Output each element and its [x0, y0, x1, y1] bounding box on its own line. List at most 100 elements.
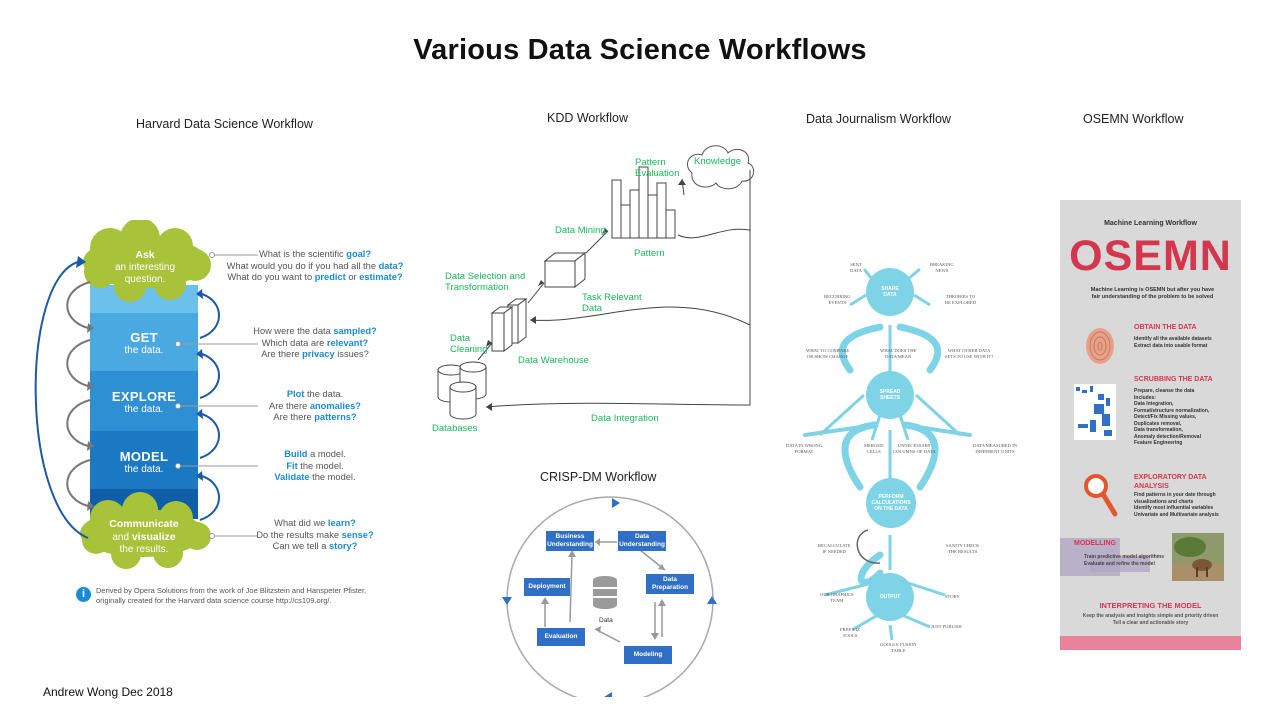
kdd-label-line: Data Selection and: [445, 271, 526, 282]
q-keyword: goal?: [346, 249, 372, 259]
kdd-pattern: Pattern: [634, 248, 665, 259]
q-keyword: sampled?: [333, 326, 377, 336]
osemn-line: Keep the analysis and insights simple an…: [1082, 613, 1219, 619]
harvard-ask-questions: What is the scientific goal? What would …: [220, 249, 410, 284]
dj-label-line: BREAKING: [930, 262, 954, 267]
q-keyword: Plot: [286, 389, 305, 399]
q-text: What is the scientific: [258, 249, 347, 259]
dj-fusion: GOOGLE FUSION TABLE: [880, 642, 917, 653]
dj-label-line: WHAT OTHER DATA: [947, 348, 991, 353]
kdd-warehouse: Data Warehouse: [518, 355, 589, 366]
kdd-pattern-evaluation: Pattern Evaluation: [635, 157, 679, 179]
q-keyword: learn?: [327, 518, 356, 528]
dj-label-line: FORMAT: [794, 448, 814, 454]
q-text: How were the data: [253, 326, 334, 336]
osemn-line: Format/structure normalization,: [1134, 407, 1210, 414]
dj-label-line: COLUMNS OF DATA: [893, 448, 936, 454]
osemn-line: Evaluate and refine the model: [1084, 560, 1155, 567]
osemn-line: Feature Engineering: [1134, 440, 1183, 446]
dj-label-line: CELLS: [866, 448, 881, 454]
osemn-title: OSEMN Workflow: [1083, 112, 1184, 126]
osemn-line: Extract data into usable format: [1134, 342, 1208, 349]
dj-label-line: IF NEEDED: [822, 548, 847, 554]
q-keyword: sense?: [341, 529, 374, 540]
ask-line2: an interesting: [114, 262, 176, 273]
communicate-line3: the results.: [119, 544, 169, 555]
dj-node-line: SHEETS: [879, 395, 900, 401]
dj-label-line: RECURRING: [824, 294, 851, 299]
osemn-line: Data transformation,: [1134, 427, 1183, 433]
kdd-databases: Databases: [432, 423, 478, 434]
kdd-label-line: Transformation: [445, 282, 509, 293]
crisp-circle-arrows: [502, 498, 717, 697]
osemn-line: Univariate and Multivariate analysis: [1134, 511, 1219, 518]
q-keyword: estimate?: [359, 272, 403, 282]
dj-mean: WHAT DOES THE DATA MEAN: [880, 348, 916, 359]
harvard-note: Derived by Opera Solutions from the work…: [96, 586, 376, 606]
osemn-obtain-heading: OBTAIN THE DATA: [1134, 324, 1197, 331]
osemn-intro: Machine Learning is OSEMN but after you …: [1070, 287, 1235, 301]
harvard-model-questions: Build a model. Fit the model. Validate t…: [255, 449, 375, 484]
kdd-label-line: Cleaning: [450, 344, 488, 355]
dj-node-spreadsheets: SPREAD SHEETS: [866, 371, 914, 419]
dj-graphics: OUR GRAPHICS TEAM: [820, 592, 854, 603]
warehouse-cubes: [490, 298, 528, 352]
database-cylinders: [437, 361, 487, 420]
dj-compare: WHAT TO COMPARE OR SHOW CHANGE: [806, 348, 849, 359]
dj-label-line: TABLE: [891, 647, 906, 653]
crisp-evaluation: Evaluation: [537, 628, 585, 646]
info-icon: i: [76, 587, 91, 602]
osemn-line: Find patterns in your date through: [1134, 492, 1216, 498]
q-text: the model.: [309, 472, 356, 482]
dj-label-line: MERGED: [864, 443, 884, 448]
osemn-line: Prepare, cleanse the data: [1134, 388, 1195, 394]
q-text: Can we tell a: [272, 541, 329, 551]
dj-label-line: OR SHOW CHANGE: [806, 353, 849, 359]
kdd-knowledge: Knowledge: [694, 156, 742, 167]
dj-label-line: DATA MEASURED IN: [973, 443, 1018, 448]
kdd-label-line: Task Relevant: [582, 292, 642, 303]
crisp-modeling: Modeling: [624, 646, 672, 664]
dj-label-line: UNNECESSARY: [897, 443, 931, 448]
dj-label-line: RECALCULATE: [818, 543, 851, 548]
note-line1: Derived by Opera Solutions from the work…: [96, 586, 367, 595]
kdd-label-line: Data: [582, 303, 603, 314]
kdd-label-line: Evaluation: [635, 168, 680, 179]
crisp-deployment: Deployment: [524, 578, 570, 596]
osemn-line: Identify all the available datasets: [1134, 336, 1212, 342]
q-keyword: Build: [284, 449, 308, 459]
ask-heading: Ask: [135, 249, 155, 261]
osemn-footer-bar: [1060, 636, 1241, 650]
kdd-cleaning: Data Cleaning: [450, 333, 488, 355]
kdd-selection: Data Selection and Transformation: [445, 271, 525, 293]
q-text: Are there: [273, 412, 315, 422]
osemn-line: Includes:: [1134, 394, 1156, 401]
osemn-line: Tell a clear and actionable story: [1112, 619, 1189, 626]
kdd-task-relevant: Task Relevant Data: [582, 292, 642, 314]
dj-label-line: FREE VIZ: [840, 627, 860, 632]
osemn-line: Train predictive model algorithms: [1084, 554, 1165, 560]
dj-label-line: DIFFERENT UNITS: [975, 448, 1015, 454]
crisp-label-line: Understanding: [547, 541, 593, 548]
kdd-data-mining: Data Mining: [555, 225, 606, 236]
osemn-header: Machine Learning Workflow: [1104, 220, 1197, 227]
osemn-explore-desc: Find patterns in your date through visua…: [1134, 492, 1219, 518]
dj-recurring: RECURRING EVENTS: [824, 294, 851, 305]
osemn-interpret-desc: Keep the analysis and insights simple an…: [1060, 613, 1241, 626]
dj-story: STORY: [945, 594, 960, 599]
crisp-data-preparation: Data Preparation: [646, 574, 694, 594]
osemn-interpret-heading: INTERPRETING THE MODEL: [1099, 601, 1202, 610]
q-text: or: [345, 272, 360, 282]
dj-label-line: TEAM: [830, 597, 844, 603]
dj-label-line: DATA MEAN: [885, 353, 912, 359]
knowledge-cloud: [687, 145, 755, 190]
osemn-line: Detect/Fix Missing values,: [1134, 414, 1197, 420]
q-keyword: data?: [378, 260, 404, 271]
dj-just-publish: JUST PUBLISH: [931, 624, 962, 629]
dj-node-share: SHARE DATA: [866, 268, 914, 316]
dj-wrong-format: DATA IN WRONG FORMAT: [786, 443, 822, 454]
dj-label-line: BE EXPLORED: [945, 299, 977, 305]
dj-label-line: WHAT DOES THE: [880, 348, 917, 353]
osemn-line: ANALYSIS: [1134, 482, 1169, 490]
harvard-explore-questions: Plot the data. Are there anomalies? Are …: [255, 389, 375, 424]
